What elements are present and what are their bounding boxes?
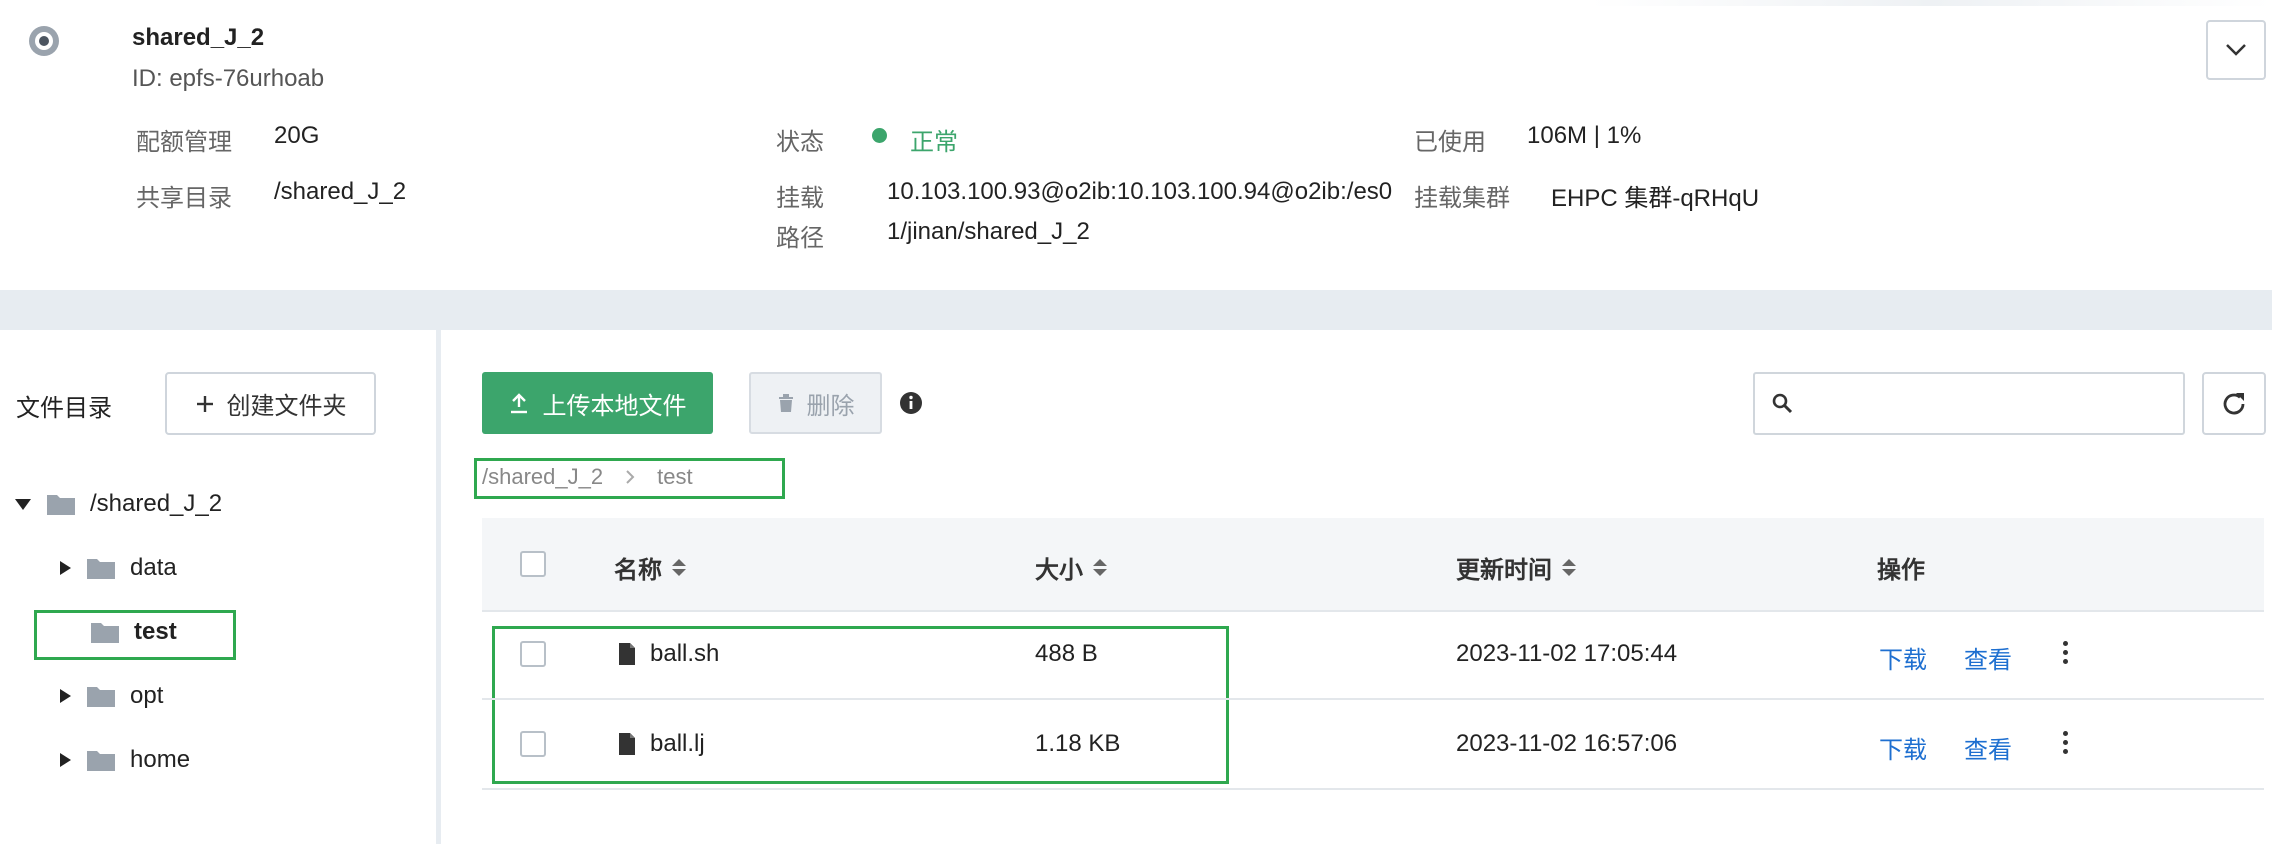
folder-icon — [47, 495, 75, 515]
header-size[interactable]: 大小 — [1035, 550, 1107, 585]
folder-icon — [87, 687, 115, 707]
row-updated: 2023-11-02 16:57:06 — [1456, 730, 1678, 757]
mount-path-label-2: 路径 — [776, 225, 824, 252]
search-icon — [1772, 393, 1793, 414]
tree-item-label: test — [134, 618, 177, 645]
folder-icon — [87, 751, 115, 771]
refresh-icon — [2223, 392, 2245, 414]
tree-item-test[interactable]: test — [90, 618, 177, 646]
quota-label: 配额管理 — [136, 129, 232, 156]
row-size: 488 B — [1035, 640, 1098, 667]
search-box[interactable] — [1753, 372, 2185, 435]
breadcrumb: /shared_J_2 test — [482, 464, 693, 490]
tree-item-opt[interactable]: opt — [58, 682, 163, 710]
rows-highlight — [492, 626, 1229, 784]
directory-title: 文件目录 — [16, 395, 112, 422]
tree-item-label: opt — [130, 682, 164, 709]
caret-right-icon[interactable] — [58, 560, 72, 576]
table-row-file-name[interactable]: ball.lj — [618, 730, 705, 758]
row-divider — [482, 788, 2264, 790]
create-folder-label: 创建文件夹 — [226, 393, 347, 420]
disk-icon — [29, 26, 59, 56]
caret-right-icon[interactable] — [58, 688, 72, 704]
tree-item-label: home — [130, 746, 191, 773]
share-dir-label: 共享目录 — [136, 185, 232, 212]
sort-icon[interactable] — [1562, 559, 1576, 576]
trash-icon — [778, 394, 793, 412]
header-actions: 操作 — [1877, 557, 1925, 584]
pane-divider[interactable] — [436, 330, 441, 844]
file-icon — [619, 643, 635, 665]
row-checkbox[interactable] — [520, 731, 546, 757]
caret-down-icon[interactable] — [14, 497, 32, 511]
mount-path-line1: 10.103.100.93@o2ib:10.103.100.94@o2ib:/e… — [887, 178, 1393, 205]
header-updated[interactable]: 更新时间 — [1456, 550, 1576, 585]
folder-icon — [91, 623, 119, 643]
used-value: 106M | 1% — [1527, 122, 1642, 149]
header-name[interactable]: 名称 — [614, 550, 686, 585]
more-vertical-icon[interactable] — [2063, 731, 2068, 754]
breadcrumb-current: test — [657, 464, 693, 489]
table-row-file-name[interactable]: ball.sh — [618, 640, 719, 668]
status-value: 正常 — [910, 129, 958, 156]
mount-path-label-1: 挂载 — [776, 185, 824, 212]
cluster-value: EHPC 集群-qRHqU — [1551, 185, 1760, 212]
create-folder-button[interactable]: 创建文件夹 — [165, 372, 376, 435]
row-divider — [482, 698, 2264, 700]
tree-root[interactable]: /shared_J_2 — [14, 490, 222, 518]
search-input[interactable] — [1809, 382, 2173, 428]
select-all-checkbox[interactable] — [520, 551, 546, 577]
row-updated: 2023-11-02 17:05:44 — [1456, 640, 1678, 667]
caret-right-icon[interactable] — [58, 752, 72, 768]
cluster-label: 挂载集群 — [1414, 185, 1510, 212]
download-link[interactable]: 下载 — [1879, 730, 1927, 765]
row-size: 1.18 KB — [1035, 730, 1121, 757]
tree-item-home[interactable]: home — [58, 746, 190, 774]
fs-id: ID: epfs-76urhoab — [132, 65, 325, 92]
sort-icon[interactable] — [672, 559, 686, 576]
upload-button[interactable]: 上传本地文件 — [482, 372, 713, 434]
info-icon[interactable] — [899, 391, 923, 415]
chevron-down-icon — [2226, 44, 2246, 56]
tree-item-data[interactable]: data — [58, 554, 177, 582]
row-checkbox[interactable] — [520, 641, 546, 667]
status-dot — [872, 128, 887, 143]
upload-icon — [510, 393, 527, 414]
status-label: 状态 — [776, 129, 824, 156]
delete-label: 删除 — [806, 392, 855, 420]
breadcrumb-root[interactable]: /shared_J_2 — [482, 464, 603, 490]
fs-name: shared_J_2 — [132, 24, 265, 51]
delete-button[interactable]: 删除 — [749, 372, 882, 434]
folder-icon — [87, 559, 115, 579]
collapse-button[interactable] — [2206, 20, 2266, 80]
more-vertical-icon[interactable] — [2063, 641, 2068, 664]
used-label: 已使用 — [1414, 129, 1486, 156]
table-header — [482, 518, 2264, 612]
file-icon — [619, 733, 635, 755]
tree-root-label: /shared_J_2 — [90, 490, 223, 517]
fs-icon — [28, 25, 60, 57]
quota-value: 20G — [274, 122, 320, 149]
download-link[interactable]: 下载 — [1879, 640, 1927, 675]
refresh-button[interactable] — [2202, 372, 2266, 435]
mount-path-line2: 1/jinan/shared_J_2 — [887, 218, 1090, 245]
section-separator — [0, 290, 2272, 330]
chevron-right-icon — [626, 470, 635, 484]
tree-item-label: data — [130, 554, 177, 581]
view-link[interactable]: 查看 — [1964, 640, 2012, 675]
upload-label: 上传本地文件 — [542, 392, 687, 420]
view-link[interactable]: 查看 — [1964, 730, 2012, 765]
share-dir-value: /shared_J_2 — [274, 178, 407, 205]
top-shadow — [1590, 0, 2272, 6]
sort-icon[interactable] — [1093, 559, 1107, 576]
plus-icon — [196, 395, 213, 412]
